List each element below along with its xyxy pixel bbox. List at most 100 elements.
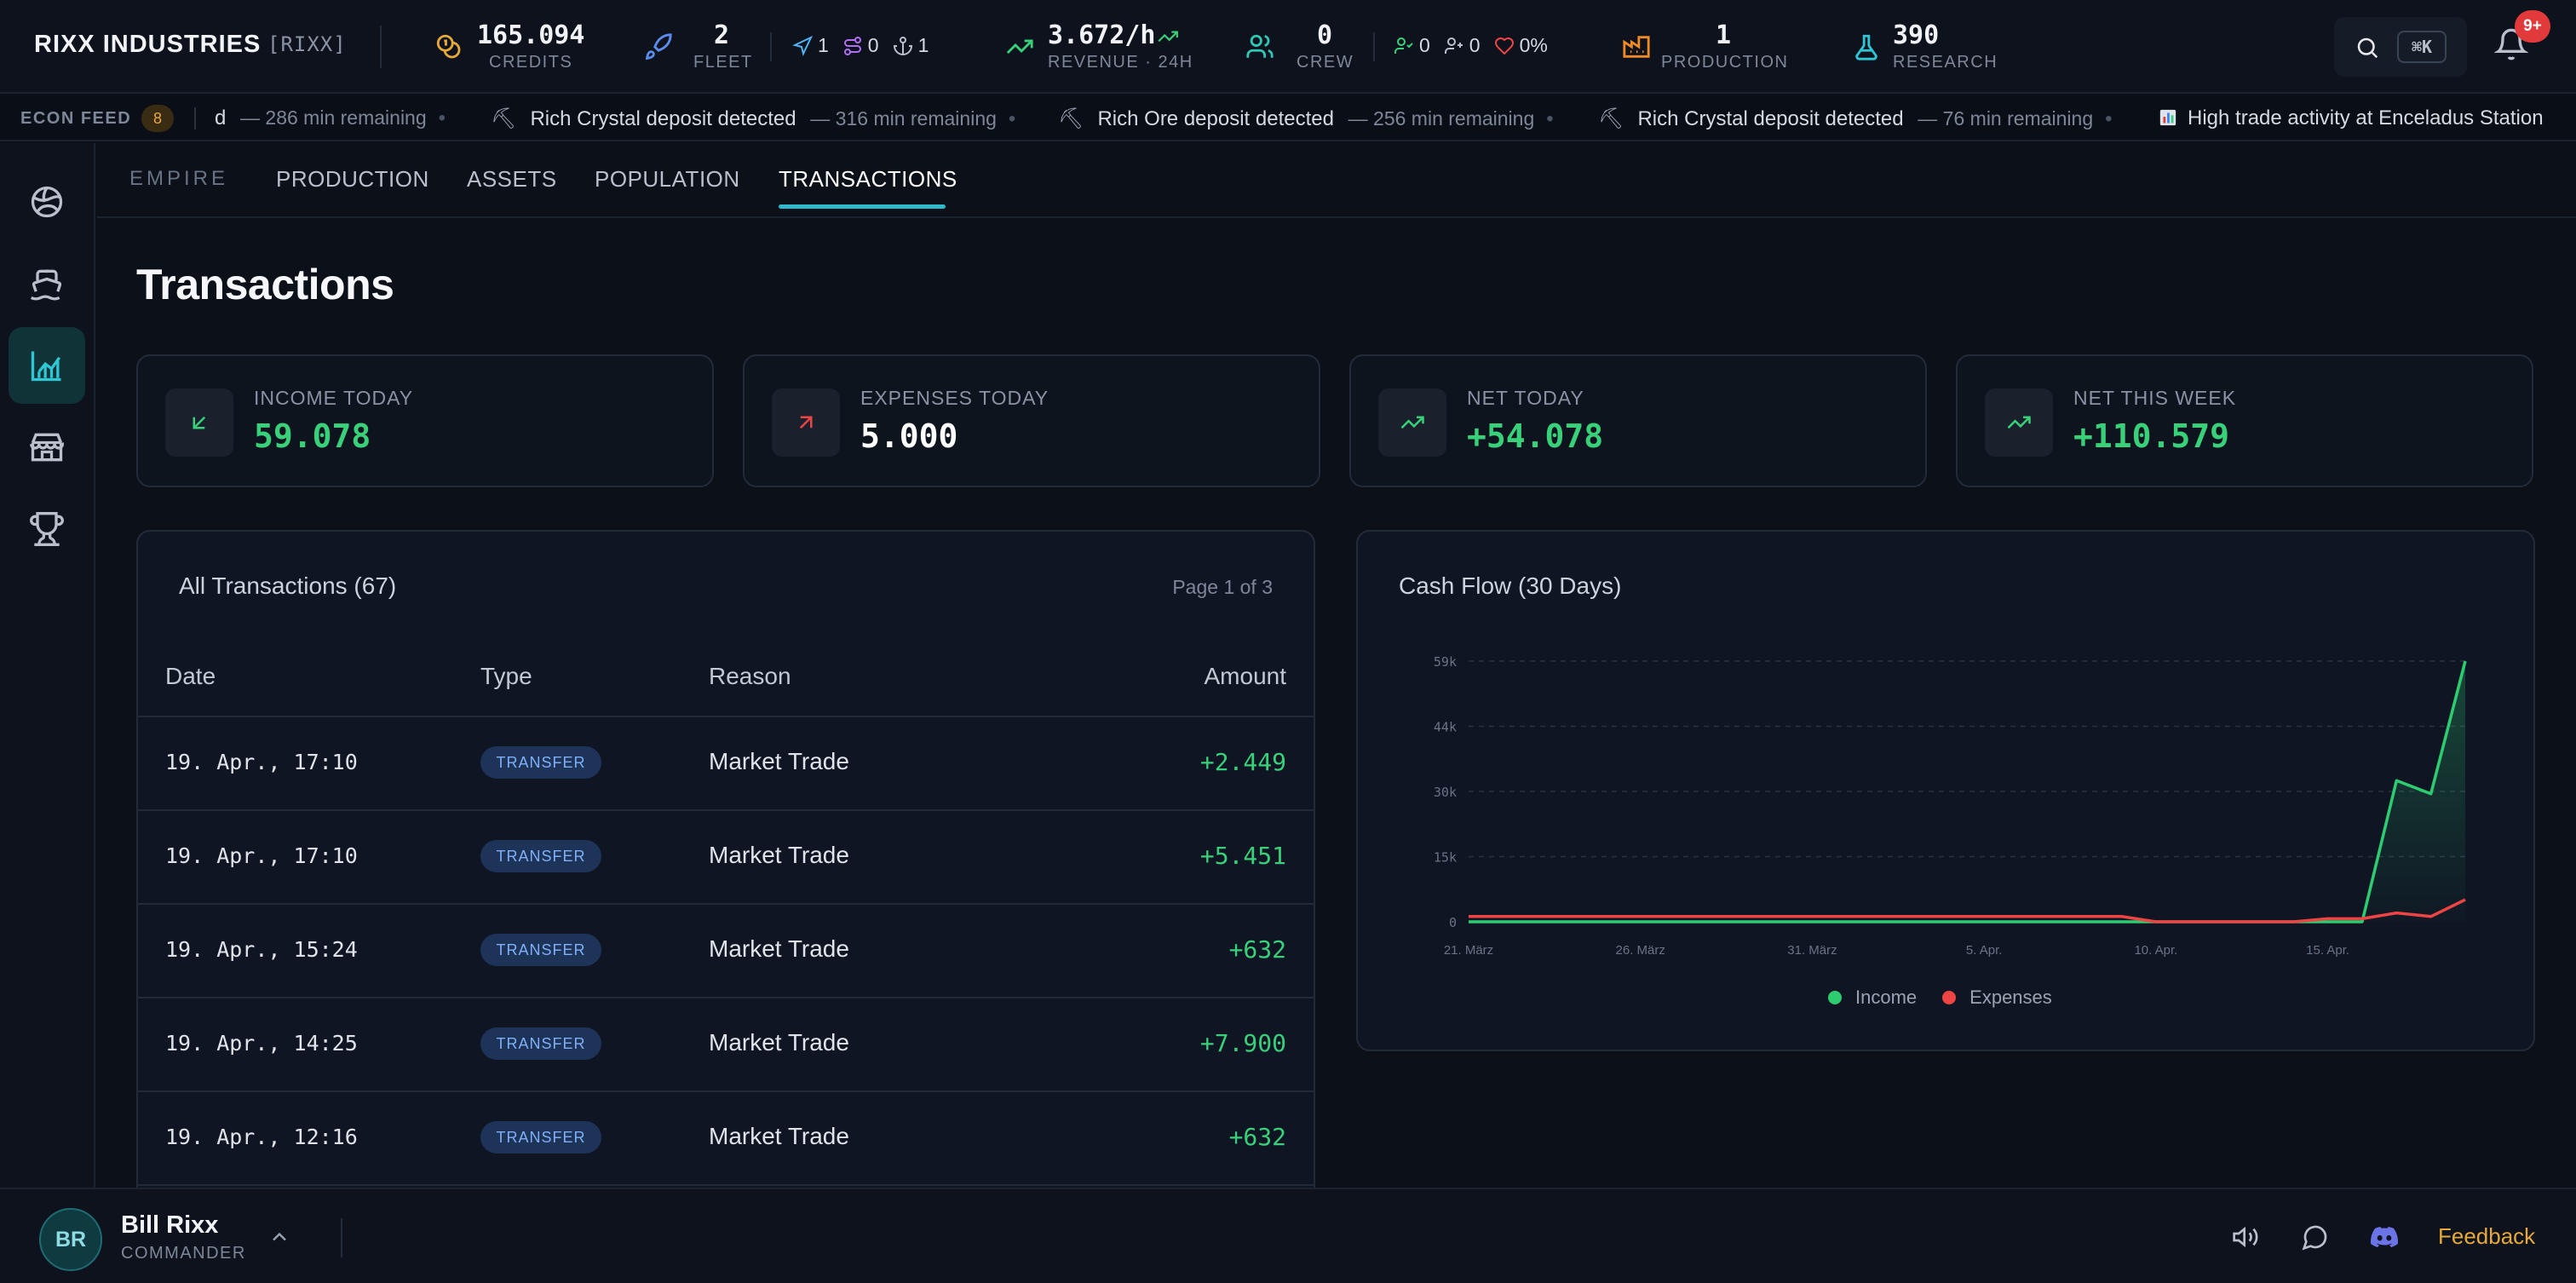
income-today-card: INCOME TODAY 59.078 <box>136 354 714 487</box>
avatar[interactable]: BR <box>39 1208 102 1271</box>
col-type[interactable]: Type <box>480 663 532 690</box>
col-amount[interactable]: Amount <box>1205 663 1287 690</box>
type-badge: TRANSFER <box>480 1121 601 1154</box>
econ-feed-count: 8 <box>141 105 174 132</box>
ticker-item-text: Rich Ore deposit detected <box>1097 107 1334 130</box>
tab-transactions[interactable]: TRANSACTIONS <box>779 166 957 193</box>
fleet-label: FLEET <box>693 53 753 72</box>
fleet-value: 2 <box>714 20 730 50</box>
ticker-item[interactable]: ⛏ Rich Crystal deposit detected — 76 min … <box>1598 106 2113 131</box>
brand-name[interactable]: RIXX INDUSTRIES <box>34 31 261 59</box>
ticker-item[interactable]: ⛏ Rich Ore deposit detected — 256 min rem… <box>1058 106 1554 131</box>
legend-expenses: Expenses <box>1969 987 2052 1008</box>
y-tick-label: 0 <box>1449 915 1457 930</box>
rocket-icon <box>645 33 672 60</box>
transactions-title: All Transactions (67) <box>179 572 397 599</box>
command-search-button[interactable]: ⌘K <box>2334 17 2467 77</box>
ticker-item[interactable]: ⛏ Rich Crystal deposit detected — 316 min… <box>491 106 1015 131</box>
row-date: 19. Apr., 17:10 <box>165 750 358 774</box>
row-reason: Market Trade <box>709 1029 849 1056</box>
users-icon <box>1246 34 1274 58</box>
ticker-item-text: d <box>215 106 227 129</box>
navigation-icon <box>792 35 813 56</box>
sidebar-item-leaderboard[interactable] <box>9 491 85 567</box>
trending-up-icon <box>1400 416 1424 429</box>
legend-income: Income <box>1855 987 1918 1008</box>
row-reason: Market Trade <box>709 748 849 774</box>
flask-icon <box>1855 34 1877 60</box>
ticker-item[interactable]: d — 286 min remaining • <box>215 106 446 130</box>
trend-up-small-icon <box>1158 31 1178 43</box>
y-tick-label: 44k <box>1434 720 1457 735</box>
chart-legend: Income Expenses <box>1828 987 2052 1009</box>
card-value: 59.078 <box>254 417 371 455</box>
chat-icon[interactable] <box>2302 1223 2329 1251</box>
income-area <box>1469 661 2465 922</box>
user-check-icon <box>1394 37 1413 54</box>
y-tick-label: 30k <box>1434 785 1457 800</box>
research-stat[interactable]: 390 RESEARCH <box>1852 19 1997 75</box>
col-date[interactable]: Date <box>165 663 216 690</box>
x-tick-label: 21. März <box>1444 943 1493 958</box>
row-reason: Market Trade <box>709 935 849 962</box>
x-tick-label: 26. März <box>1616 943 1665 958</box>
crew-morale: 0% <box>1519 34 1548 56</box>
card-value: +54.078 <box>1467 417 1604 455</box>
type-badge: TRANSFER <box>480 746 601 779</box>
research-value: 390 <box>1893 20 1940 50</box>
ticker-item-text: High trade activity at Enceladus Station <box>2188 106 2544 129</box>
page-indicator: Page 1 of 3 <box>1172 576 1273 598</box>
tab-population[interactable]: POPULATION <box>595 166 740 193</box>
credits-stat[interactable]: 165.094 CREDITS <box>434 19 588 75</box>
fleet-mini-stats: 1 0 1 <box>792 34 929 57</box>
pickaxe-icon: ⛏ <box>1058 107 1084 130</box>
tab-production[interactable]: PRODUCTION <box>276 166 429 193</box>
research-label: RESEARCH <box>1893 53 1998 72</box>
sidebar-item-galaxy[interactable] <box>9 164 85 240</box>
trophy-icon <box>30 512 64 546</box>
production-stat[interactable]: 1 PRODUCTION <box>1622 19 1792 75</box>
row-reason: Market Trade <box>709 842 849 868</box>
chevron-up-icon[interactable] <box>267 1225 291 1249</box>
crew-label: CREW <box>1297 53 1354 72</box>
sidebar-item-ships[interactable] <box>9 245 85 322</box>
legend-swatch-expenses <box>1942 991 1957 1004</box>
econ-feed-label: ECON FEED <box>20 109 132 128</box>
cashflow-chart[interactable]: 0 15k 30k 44k 59k 21. März 26. März 31. März 5. … <box>1358 532 2537 1053</box>
fleet-stat[interactable]: 2 FLEET <box>644 19 755 75</box>
net-week-card: NET THIS WEEK +110.579 <box>1956 354 2533 487</box>
col-reason[interactable]: Reason <box>709 663 791 690</box>
sidebar-item-empire[interactable] <box>9 327 85 404</box>
page-title: Transactions <box>136 261 394 308</box>
expenses-today-card: EXPENSES TODAY 5.000 <box>743 354 1320 487</box>
sidebar <box>0 143 95 1188</box>
user-plus-icon <box>1444 37 1463 54</box>
expenses-line <box>1469 898 2466 923</box>
volume-icon[interactable] <box>2232 1223 2259 1251</box>
user-name[interactable]: Bill Rixx <box>121 1211 218 1240</box>
y-tick-label: 59k <box>1434 654 1457 670</box>
x-tick-label: 31. März <box>1787 943 1837 958</box>
arrow-down-left-icon <box>193 416 206 429</box>
discord-icon[interactable] <box>2370 1223 2399 1251</box>
ticker-item[interactable]: High trade activity at Enceladus Station <box>2159 106 2544 130</box>
feedback-link[interactable]: Feedback <box>2438 1223 2535 1250</box>
econ-feed-ticker: ECON FEED 8 d — 286 min remaining • ⛏ Rich… <box>0 95 2576 141</box>
anchor-icon <box>893 36 912 55</box>
card-label: NET TODAY <box>1467 387 1584 409</box>
type-badge: TRANSFER <box>480 840 601 872</box>
card-icon-box <box>165 388 233 457</box>
row-date: 19. Apr., 15:24 <box>165 937 358 962</box>
brand-tag: [RIXX] <box>267 32 347 56</box>
ticker-item-remaining: — 256 min remaining <box>1348 107 1535 129</box>
sidebar-item-market[interactable] <box>9 409 85 486</box>
row-reason: Market Trade <box>709 1123 849 1149</box>
crew-stat[interactable]: 0 CREW <box>1245 19 1356 75</box>
credits-label: CREDITS <box>489 53 573 72</box>
route-icon <box>843 36 861 55</box>
revenue-label: REVENUE · 24H <box>1048 53 1193 72</box>
coins-icon <box>436 34 461 59</box>
production-value: 1 <box>1716 20 1732 50</box>
tab-assets[interactable]: ASSETS <box>467 166 557 193</box>
revenue-stat[interactable]: 3.672/h REVENUE · 24H <box>1005 19 1193 75</box>
